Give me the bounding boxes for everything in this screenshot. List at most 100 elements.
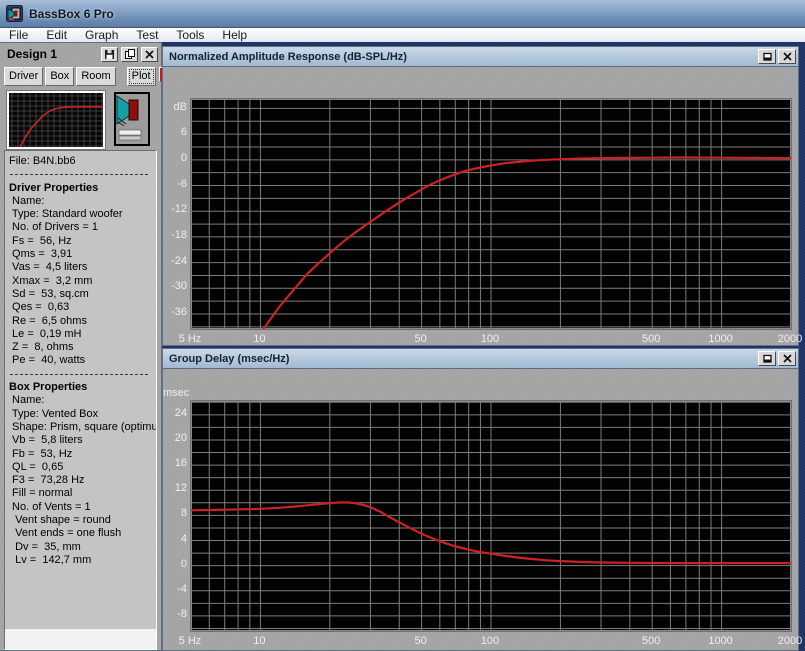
property-line: Re = 6,5 ohms — [9, 315, 156, 328]
gd-y-tick-label: 20 — [163, 432, 187, 444]
amp-y-tick-label: -24 — [163, 255, 187, 267]
amp-x-tick-label: 10 — [237, 333, 281, 345]
gd-y-tick-label: 0 — [163, 558, 187, 570]
response-thumbnail[interactable] — [6, 90, 106, 150]
save-icon — [105, 50, 114, 59]
design-window: Design 1 DriverBoxRoom Plot — [0, 43, 161, 650]
amp-x-tick-label: 2000 — [768, 333, 805, 345]
restore-icon — [763, 52, 772, 61]
gd-y-tick-label: -4 — [163, 583, 187, 595]
property-line: Vb = 5,8 liters — [9, 434, 156, 447]
property-line: Vent ends = one flush — [9, 527, 156, 540]
property-line: Name: — [9, 394, 156, 407]
restore-icon — [763, 354, 772, 363]
property-line: Vas = 4,5 liters — [9, 261, 156, 274]
amp-x-tick-label: 500 — [629, 333, 673, 345]
tab-room[interactable]: Room — [76, 67, 115, 86]
amp-y-tick-label: 6 — [163, 126, 187, 138]
menu-item-help[interactable]: Help — [213, 28, 256, 42]
menu-item-graph[interactable]: Graph — [76, 28, 127, 42]
amplitude-chart-area: dB60-6-12-18-24-30-365 Hz105010050010002… — [163, 67, 798, 346]
tab-plot[interactable]: Plot — [127, 67, 156, 86]
tab-box[interactable]: Box — [45, 67, 74, 86]
property-line: Fb = 53, Hz — [9, 448, 156, 461]
amp-plot — [190, 98, 792, 330]
gd-x-tick-label: 500 — [629, 635, 673, 647]
gd-x-tick-label: 2000 — [768, 635, 805, 647]
duplicate-button[interactable] — [121, 47, 138, 62]
property-line: Qms = 3,91 — [9, 248, 156, 261]
gd-y-unit-label: msec — [163, 387, 187, 399]
gd-x-tick-label: 1000 — [699, 635, 743, 647]
save-button[interactable] — [101, 47, 118, 62]
separator — [9, 168, 156, 181]
amp-y-tick-label: -18 — [163, 229, 187, 241]
amp-y-tick-label: 0 — [163, 152, 187, 164]
menu-bar: FileEditGraphTestToolsHelp — [0, 28, 805, 42]
box-diagram-button[interactable] — [114, 92, 150, 146]
amp-y-tick-label: -30 — [163, 280, 187, 292]
property-line: QL = 0,65 — [9, 461, 156, 474]
group-delay-close-button[interactable] — [778, 351, 796, 366]
gd-y-tick-label: 8 — [163, 507, 187, 519]
tab-driver[interactable]: Driver — [4, 67, 43, 86]
property-line: Type: Vented Box — [9, 408, 156, 421]
app-icon — [6, 5, 23, 22]
amp-x-tick-label: 50 — [399, 333, 443, 345]
design-tabs: DriverBoxRoom Plot — [4, 67, 159, 88]
amplitude-window-titlebar[interactable]: Normalized Amplitude Response (dB-SPL/Hz… — [163, 47, 798, 67]
property-line: Z = 8, ohms — [9, 341, 156, 354]
gd-y-tick-label: 4 — [163, 533, 187, 545]
property-line: Le = 0,19 mH — [9, 328, 156, 341]
group-delay-window-titlebar[interactable]: Group Delay (msec/Hz) — [163, 349, 798, 369]
gd-plot — [190, 400, 792, 632]
file-label: File: B4N.bb6 — [9, 155, 156, 168]
menu-item-tools[interactable]: Tools — [167, 28, 213, 42]
response-thumbnail-plot — [9, 93, 103, 147]
design-summary-content: File: B4N.bb6 Driver Properties Name: Ty… — [5, 151, 156, 629]
driver-properties-title: Driver Properties — [9, 182, 156, 195]
property-line: Vent shape = round — [9, 514, 156, 527]
property-line: Pe = 40, watts — [9, 354, 156, 367]
property-line: Dv = 35, mm — [9, 541, 156, 554]
property-line: Type: Standard woofer — [9, 208, 156, 221]
menu-item-file[interactable]: File — [0, 28, 37, 42]
app-titlebar[interactable]: BassBox 6 Pro — [0, 0, 805, 28]
property-line: No. of Vents = 1 — [9, 501, 156, 514]
property-line: Fs = 56, Hz — [9, 235, 156, 248]
group-delay-window-title: Group Delay (msec/Hz) — [169, 353, 758, 365]
property-line: Lv = 142,7 mm — [9, 554, 156, 567]
gd-y-tick-label: 24 — [163, 407, 187, 419]
menu-item-edit[interactable]: Edit — [37, 28, 76, 42]
menu-item-test[interactable]: Test — [127, 28, 167, 42]
amplitude-response-window: Normalized Amplitude Response (dB-SPL/Hz… — [163, 47, 798, 345]
design-window-titlebar[interactable]: Design 1 — [0, 43, 161, 65]
property-line: Xmax = 3,2 mm — [9, 275, 156, 288]
property-line: Name: — [9, 195, 156, 208]
amp-y-tick-label: -6 — [163, 178, 187, 190]
amp-y-unit-label: dB — [163, 101, 187, 113]
amplitude-close-button[interactable] — [778, 49, 796, 64]
gd-y-tick-label: -8 — [163, 608, 187, 620]
separator — [9, 368, 156, 381]
design-close-button[interactable] — [141, 47, 158, 62]
amplitude-restore-button[interactable] — [758, 49, 776, 64]
design-summary-panel[interactable]: File: B4N.bb6 Driver Properties Name: Ty… — [4, 150, 157, 650]
amp-x-tick-label: 1000 — [699, 333, 743, 345]
amp-y-tick-label: -36 — [163, 306, 187, 318]
close-icon — [783, 354, 792, 363]
property-line: Shape: Prism, square (optimu — [9, 421, 156, 434]
amp-y-tick-label: -12 — [163, 203, 187, 215]
box-properties-title: Box Properties — [9, 381, 156, 394]
property-line: No. of Drivers = 1 — [9, 221, 156, 234]
amp-x-tick-label: 5 Hz — [168, 333, 212, 345]
property-line: Qes = 0,63 — [9, 301, 156, 314]
gd-x-tick-label: 100 — [468, 635, 512, 647]
property-line: Fill = normal — [9, 487, 156, 500]
group-delay-restore-button[interactable] — [758, 351, 776, 366]
property-line: Sd = 53, sq.cm — [9, 288, 156, 301]
gd-y-tick-label: 16 — [163, 457, 187, 469]
gd-y-tick-label: 12 — [163, 482, 187, 494]
amplitude-window-title: Normalized Amplitude Response (dB-SPL/Hz… — [169, 51, 758, 63]
amp-x-tick-label: 100 — [468, 333, 512, 345]
